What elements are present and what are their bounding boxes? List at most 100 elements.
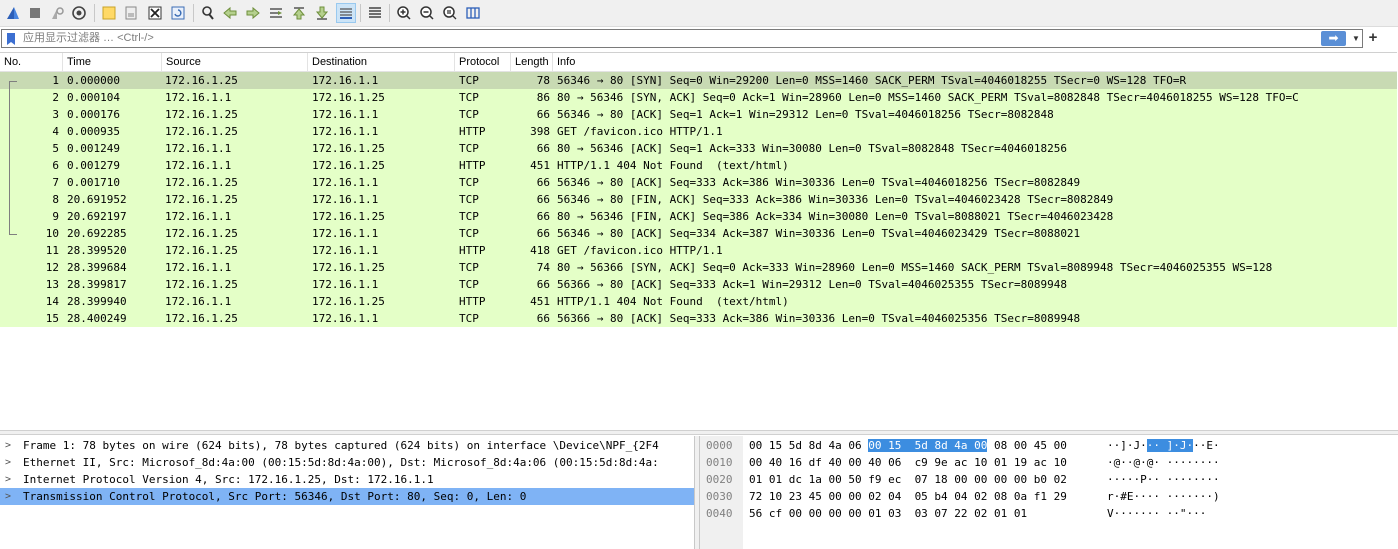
go-back-icon[interactable] [220,3,240,23]
packet-protocol: TCP [459,193,479,206]
packet-row[interactable]: 13 28.399817 172.16.1.25 172.16.1.1 TCP 66 563… [0,276,1397,293]
ascii-dump[interactable]: ··]·J··· ]·J···E· [1107,437,1220,454]
packet-source: 172.16.1.25 [165,125,238,138]
ascii-bytes: ··]·J· [1107,439,1147,452]
packet-row[interactable]: 12 28.399684 172.16.1.1 172.16.1.25 TCP 74 80 … [0,259,1397,276]
packet-time: 28.399520 [67,244,127,257]
toolbar-separator [389,4,390,22]
go-forward-icon[interactable] [243,3,263,23]
find-packet-icon[interactable] [198,3,218,23]
filter-history-dropdown[interactable]: ▼ [1350,32,1362,45]
display-filter-input[interactable] [23,30,1313,47]
start-capture-icon[interactable] [3,3,23,23]
packet-time: 28.399940 [67,295,127,308]
stop-capture-icon[interactable] [25,3,45,23]
zoom-out-icon[interactable] [417,3,437,23]
packet-row[interactable]: 2 0.000104 172.16.1.1 172.16.1.25 TCP 86 80 → … [0,89,1397,106]
column-header-source[interactable]: Source [162,53,308,72]
hex-dump[interactable]: 00 40 16 df 40 00 40 06 c9 9e ac 10 01 1… [749,454,1067,471]
hex-dump[interactable]: 72 10 23 45 00 00 02 04 05 b4 04 02 08 0… [749,488,1067,505]
packet-bytes-pane[interactable]: 0000 00 15 5d 8d 4a 06 00 15 5d 8d 4a 00 … [700,436,1398,549]
packet-time: 20.692285 [67,227,127,240]
reload-file-icon[interactable] [168,3,188,23]
resize-columns-icon[interactable] [463,3,483,23]
packet-info: 80 → 56346 [SYN, ACK] Seq=0 Ack=1 Win=28… [557,91,1299,104]
packet-row[interactable]: 10 20.692285 172.16.1.25 172.16.1.1 TCP 66 563… [0,225,1397,242]
packet-row[interactable]: 14 28.399940 172.16.1.1 172.16.1.25 HTTP 451 H… [0,293,1397,310]
packet-source: 172.16.1.25 [165,74,238,87]
packet-length: 418 [530,244,550,257]
open-file-icon[interactable] [99,3,119,23]
column-header-no[interactable]: No. [0,53,63,72]
zoom-normal-icon[interactable] [440,3,460,23]
hex-bytes: 56 cf 00 00 00 00 01 03 03 07 22 02 01 0… [749,507,1028,520]
expand-arrow-icon[interactable]: > [5,488,15,505]
packet-info: 56366 → 80 [ACK] Seq=333 Ack=1 Win=29312… [557,278,1067,291]
bytes-row: 0020 01 01 dc 1a 00 50 f9 ec 07 18 00 00 … [700,471,1398,488]
restart-capture-icon[interactable] [47,3,67,23]
column-header-length[interactable]: Length [511,53,553,72]
packet-source: 172.16.1.1 [165,261,232,274]
packet-row[interactable]: 1 0.000000 172.16.1.25 172.16.1.1 TCP 78 56346… [0,72,1397,89]
ascii-dump[interactable]: ·····P·· ········ [1107,471,1220,488]
packet-row[interactable]: 8 20.691952 172.16.1.25 172.16.1.1 TCP 66 5634… [0,191,1397,208]
detail-tree-item[interactable]: > Internet Protocol Version 4, Src: 172.1… [0,471,694,488]
detail-tree-item[interactable]: > Ethernet II, Src: Microsof_8d:4a:00 (00… [0,454,694,471]
go-first-icon[interactable] [289,3,309,23]
packet-protocol: TCP [459,74,479,87]
packet-row[interactable]: 15 28.400249 172.16.1.25 172.16.1.1 TCP 66 563… [0,310,1397,327]
filter-bookmark-icon[interactable] [4,31,18,47]
packet-length: 66 [536,193,550,206]
expand-arrow-icon[interactable]: > [5,437,15,454]
packet-time: 28.400249 [67,312,127,325]
packet-destination: 172.16.1.25 [312,159,385,172]
packet-protocol: TCP [459,312,479,325]
packet-details-tree[interactable]: > Frame 1: 78 bytes on wire (624 bits), 7… [0,436,694,549]
packet-row[interactable]: 11 28.399520 172.16.1.25 172.16.1.1 HTTP 418 G… [0,242,1397,259]
packet-row[interactable]: 6 0.001279 172.16.1.1 172.16.1.25 HTTP 451 HTT… [0,157,1397,174]
column-header-time[interactable]: Time [63,53,162,72]
packet-row[interactable]: 5 0.001249 172.16.1.1 172.16.1.25 TCP 66 80 → … [0,140,1397,157]
packet-length: 398 [530,125,550,138]
toolbar-separator [193,4,194,22]
packet-source: 172.16.1.25 [165,312,238,325]
detail-tree-item[interactable]: > Frame 1: 78 bytes on wire (624 bits), 7… [0,437,694,454]
hex-dump[interactable]: 00 15 5d 8d 4a 06 00 15 5d 8d 4a 00 08 0… [749,437,1067,454]
hex-dump[interactable]: 56 cf 00 00 00 00 01 03 03 07 22 02 01 0… [749,505,1027,522]
expand-arrow-icon[interactable]: > [5,471,15,488]
column-header-info[interactable]: Info [553,53,1397,72]
packet-time: 0.000935 [67,125,120,138]
packet-list[interactable]: No. Time Source Destination Protocol Len… [0,52,1397,428]
packet-row[interactable]: 9 20.692197 172.16.1.1 172.16.1.25 TCP 66 80 →… [0,208,1397,225]
zoom-in-icon[interactable] [394,3,414,23]
go-to-packet-icon[interactable] [266,3,286,23]
go-last-icon[interactable] [312,3,332,23]
ascii-dump[interactable]: V······· ··"··· [1107,505,1206,522]
ascii-dump[interactable]: r·#E···· ·······) [1107,488,1220,505]
packet-no: 11 [45,244,59,257]
colorize-icon[interactable] [365,3,385,23]
autoscroll-icon[interactable] [336,3,356,23]
packet-time: 20.692197 [67,210,127,223]
ascii-dump[interactable]: ·@··@·@· ········ [1107,454,1220,471]
close-file-icon[interactable] [145,3,165,23]
packet-row[interactable]: 3 0.000176 172.16.1.25 172.16.1.1 TCP 66 56346… [0,106,1397,123]
detail-tree-item[interactable]: > Transmission Control Protocol, Src Port… [0,488,694,505]
packet-length: 66 [536,312,550,325]
hex-dump[interactable]: 01 01 dc 1a 00 50 f9 ec 07 18 00 00 00 0… [749,471,1067,488]
packet-destination: 172.16.1.1 [312,176,379,189]
main-toolbar [0,0,1398,27]
packet-protocol: TCP [459,261,479,274]
packet-protocol: TCP [459,176,479,189]
packet-row[interactable]: 4 0.000935 172.16.1.25 172.16.1.1 HTTP 398 GET… [0,123,1397,140]
pane-splitter[interactable] [0,430,1398,435]
apply-filter-button[interactable]: ➡ [1321,31,1346,46]
capture-options-icon[interactable] [69,3,89,23]
packet-time: 0.001249 [67,142,120,155]
add-filter-button[interactable]: + [1366,29,1380,48]
save-file-icon[interactable] [121,3,141,23]
column-header-destination[interactable]: Destination [308,53,455,72]
expand-arrow-icon[interactable]: > [5,454,15,471]
column-header-protocol[interactable]: Protocol [455,53,511,72]
packet-row[interactable]: 7 0.001710 172.16.1.25 172.16.1.1 TCP 66 56346… [0,174,1397,191]
